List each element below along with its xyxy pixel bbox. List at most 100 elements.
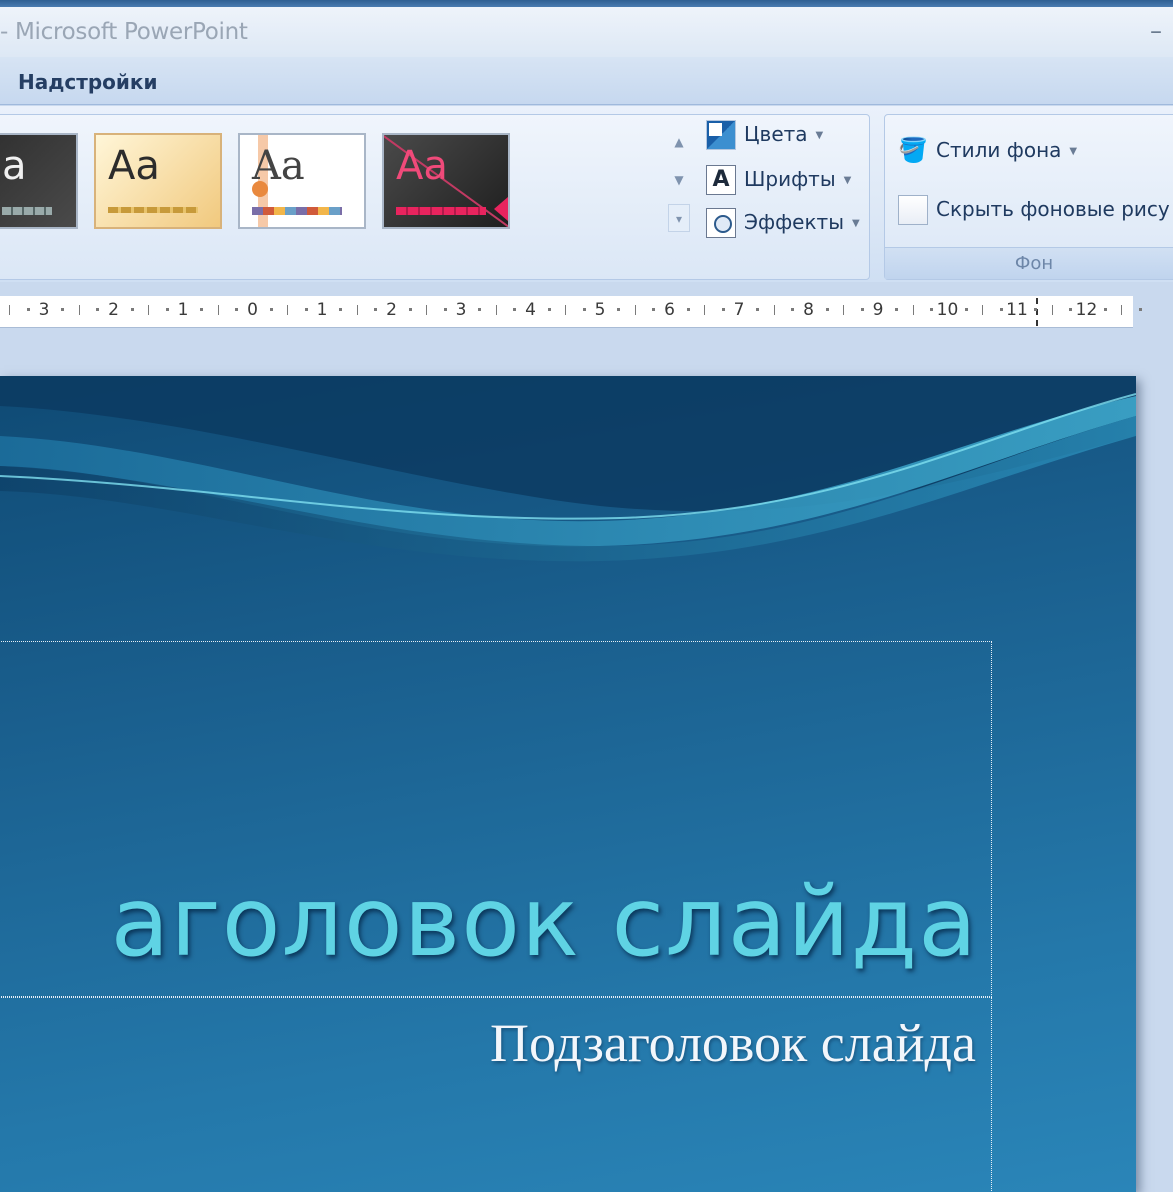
- ruler-tick: [61, 308, 65, 311]
- dropdown-arrow-icon: ▼: [852, 218, 860, 229]
- ruler-tick: [96, 308, 100, 311]
- ruler-label: 3: [38, 300, 50, 320]
- theme-accent-dot: [252, 181, 268, 197]
- ruler-tick: [582, 308, 586, 311]
- gallery-scroll-up-icon[interactable]: ▲: [668, 128, 690, 156]
- background-styles-label: Стили фона: [936, 138, 1062, 162]
- ruler-tick: [860, 308, 864, 311]
- ruler-tick: [217, 305, 219, 315]
- ruler-label: 9: [872, 300, 884, 320]
- ruler-tick: [165, 308, 169, 311]
- theme-sample-text: a: [2, 143, 27, 189]
- ruler-tick: [235, 308, 239, 311]
- ruler-label: 3: [455, 300, 467, 320]
- ruler-label: 12: [1075, 300, 1098, 320]
- ruler-tick: [704, 305, 706, 315]
- hide-background-label: Скрыть фоновые рису: [936, 197, 1170, 221]
- theme-color-bar: [108, 207, 198, 213]
- ruler-position-marker: [1036, 298, 1038, 326]
- ruler-tick: [443, 308, 447, 311]
- colors-button[interactable]: Цвета ▼: [706, 120, 866, 152]
- ruler-label: 11: [1006, 300, 1028, 320]
- ruler-tick: [513, 308, 517, 311]
- window-frame-edge: [0, 0, 1173, 7]
- colors-icon: [706, 120, 736, 150]
- gallery-scroll-down-icon[interactable]: ▼: [668, 166, 690, 194]
- effects-label: Эффекты: [744, 210, 844, 234]
- ruler-tick: [565, 305, 567, 315]
- ruler-tick: [339, 308, 343, 311]
- ribbon-tab-strip: Надстройки: [0, 57, 1173, 105]
- theme-thumbnail[interactable]: Aa: [382, 133, 510, 229]
- ruler-tick: [130, 308, 134, 311]
- ruler-tick: [1069, 308, 1073, 311]
- theme-color-bar: [252, 207, 342, 215]
- ruler-tick: [374, 308, 378, 311]
- ruler-label: 2: [386, 300, 397, 320]
- ruler-label: 5: [594, 300, 606, 320]
- background-group-label: Фон: [885, 247, 1173, 279]
- theme-thumbnail[interactable]: a: [0, 133, 78, 229]
- ruler-tick: [686, 308, 690, 311]
- hide-background-checkbox[interactable]: [898, 195, 928, 225]
- ruler-label: 0: [247, 300, 258, 320]
- paint-bucket-icon: 🪣: [898, 136, 928, 164]
- ruler-tick: [408, 308, 412, 311]
- ruler-tick: [982, 305, 984, 315]
- ruler-tick: [200, 308, 204, 311]
- ruler-tick: [895, 308, 899, 311]
- ruler-label: 8: [803, 300, 814, 320]
- colors-label: Цвета: [744, 122, 808, 146]
- ruler-label: 4: [525, 300, 536, 320]
- ruler-tick: [1051, 305, 1053, 315]
- horizontal-ruler[interactable]: 3 2 1 0 1 2 3 4 5 6 7 8 9 10 11 12: [0, 296, 1142, 328]
- ruler-tick: [756, 308, 760, 311]
- ruler-tick: [721, 308, 725, 311]
- dropdown-arrow-icon: ▼: [815, 130, 824, 141]
- ruler-tick: [9, 305, 11, 315]
- slide-canvas[interactable]: аголовок слайда Подзаголовок слайда: [0, 376, 1136, 1192]
- theme-thumbnail[interactable]: Aa: [94, 133, 222, 229]
- background-styles-button[interactable]: 🪣 Стили фона ▼: [898, 136, 1118, 168]
- theme-color-bar: [396, 207, 486, 215]
- ruler-tick: [791, 308, 795, 311]
- effects-icon: [706, 208, 736, 238]
- ruler-tick: [426, 305, 428, 315]
- ruler-label: 1: [316, 300, 328, 320]
- theme-accent-triangle: [494, 197, 508, 221]
- ruler-tick: [617, 308, 621, 311]
- ruler-tick: [269, 308, 273, 311]
- theme-sample-text: Aa: [396, 143, 448, 189]
- slide-subtitle[interactable]: Подзаголовок слайда: [490, 1012, 976, 1074]
- ruler-tick: [843, 305, 845, 315]
- ruler-tick: [495, 305, 497, 315]
- effects-button[interactable]: Эффекты ▼: [706, 208, 866, 240]
- ruler-label: 6: [664, 300, 675, 320]
- ruler-tick: [148, 305, 150, 315]
- ruler-tick: [304, 308, 308, 311]
- ruler-tick: [1103, 308, 1107, 311]
- hide-background-graphics-option[interactable]: Скрыть фоновые рису: [898, 195, 1173, 227]
- ruler-tick: [652, 308, 656, 311]
- minimize-button[interactable]: –: [1150, 17, 1162, 45]
- ruler-tick: [478, 308, 482, 311]
- tab-addins[interactable]: Надстройки: [18, 70, 158, 94]
- ruler-tick: [26, 308, 30, 311]
- ruler-tick: [999, 308, 1003, 311]
- gallery-more-icon[interactable]: ▾: [668, 204, 690, 232]
- fonts-button[interactable]: A Шрифты ▼: [706, 165, 866, 197]
- dropdown-arrow-icon: ▼: [1069, 146, 1078, 157]
- ruler-tick: [356, 305, 358, 315]
- window-title: - Microsoft PowerPoint: [0, 19, 248, 45]
- ruler-tick: [547, 308, 551, 311]
- ruler-label: 1: [177, 300, 189, 320]
- ruler-tick: [773, 305, 775, 315]
- theme-sample-text: Aa: [108, 143, 160, 189]
- slide-title[interactable]: аголовок слайда: [111, 866, 978, 978]
- ruler-tick: [634, 305, 636, 315]
- ruler-tick: [930, 308, 934, 311]
- fonts-icon: A: [706, 165, 736, 195]
- ruler-tick: [78, 305, 80, 315]
- theme-thumbnail[interactable]: Aa: [238, 133, 366, 229]
- fonts-label: Шрифты: [744, 167, 836, 191]
